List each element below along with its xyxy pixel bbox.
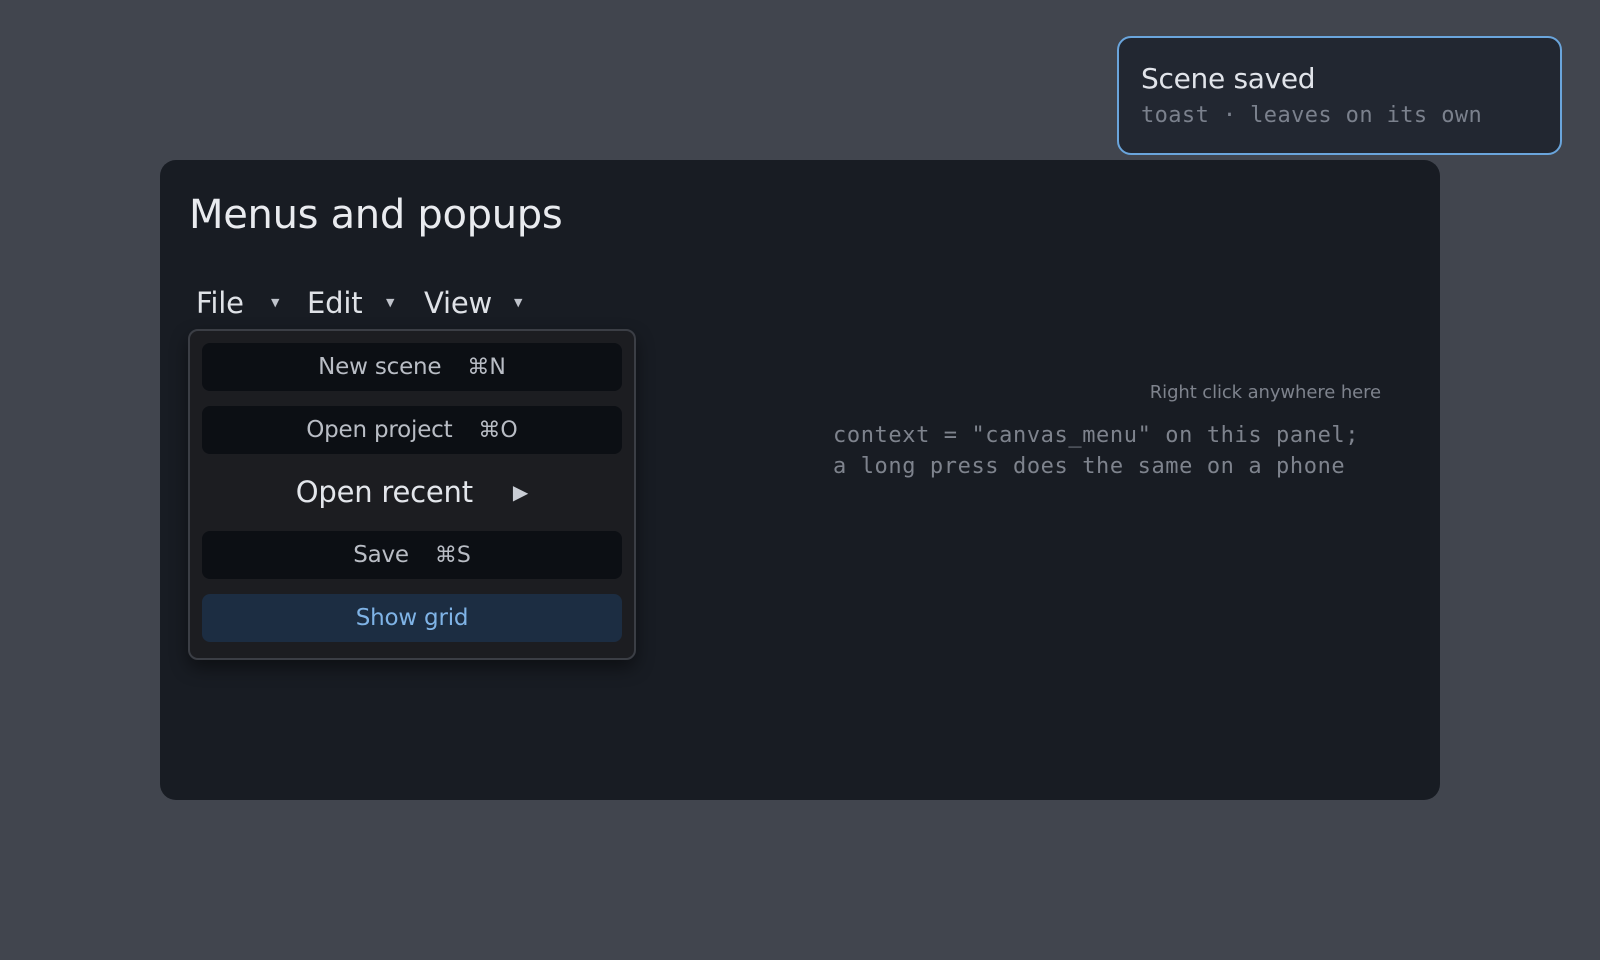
menu-item-label: Open recent [295, 475, 473, 509]
chevron-down-icon[interactable]: ▼ [386, 296, 394, 309]
panel-title: Menus and popups [189, 192, 563, 238]
shortcut-label: ⌘O [478, 417, 518, 443]
menu-item-open-recent[interactable]: Open recent ▶ [202, 468, 622, 516]
toast-notification: Scene saved toast · leaves on its own [1117, 36, 1562, 155]
menu-item-save[interactable]: Save ⌘S [202, 531, 622, 579]
menu-item-label: Open project [306, 417, 453, 443]
menu-view-label: View [424, 286, 493, 320]
context-menu-hint: Right click anywhere here [1149, 382, 1381, 403]
shortcut-label: ⌘S [434, 542, 471, 568]
menu-item-new-scene[interactable]: New scene ⌘N [202, 343, 622, 391]
shortcut-label: ⌘N [467, 354, 506, 380]
code-line: context = "canvas_menu" on this panel; [833, 423, 1360, 448]
menu-item-show-grid[interactable]: Show grid [202, 594, 622, 642]
toast-subtitle: toast · leaves on its own [1141, 103, 1483, 128]
menu-item-open-project[interactable]: Open project ⌘O [202, 406, 622, 454]
chevron-down-icon[interactable]: ▼ [271, 296, 279, 309]
menu-file-label: File [196, 286, 244, 320]
menu-item-label: New scene [318, 354, 442, 380]
menus-panel[interactable]: Menus and popups File ▼ Edit ▼ View ▼ Ne… [160, 160, 1440, 800]
menu-view[interactable]: View [424, 283, 492, 323]
context-menu-code: context = "canvas_menu" on this panel; a … [833, 420, 1359, 482]
menu-item-label: Show grid [355, 605, 469, 631]
code-line: a long press does the same on a phone [833, 454, 1346, 479]
triangle-right-icon: ▶ [512, 480, 529, 504]
menu-edit[interactable]: Edit [307, 283, 363, 323]
menu-file[interactable]: File [196, 283, 244, 323]
menu-edit-label: Edit [307, 286, 363, 320]
chevron-down-icon[interactable]: ▼ [514, 296, 522, 309]
toast-title: Scene saved [1141, 62, 1316, 95]
menu-item-label: Save [353, 542, 409, 568]
file-dropdown-menu: New scene ⌘N Open project ⌘O Open recent… [188, 329, 636, 660]
